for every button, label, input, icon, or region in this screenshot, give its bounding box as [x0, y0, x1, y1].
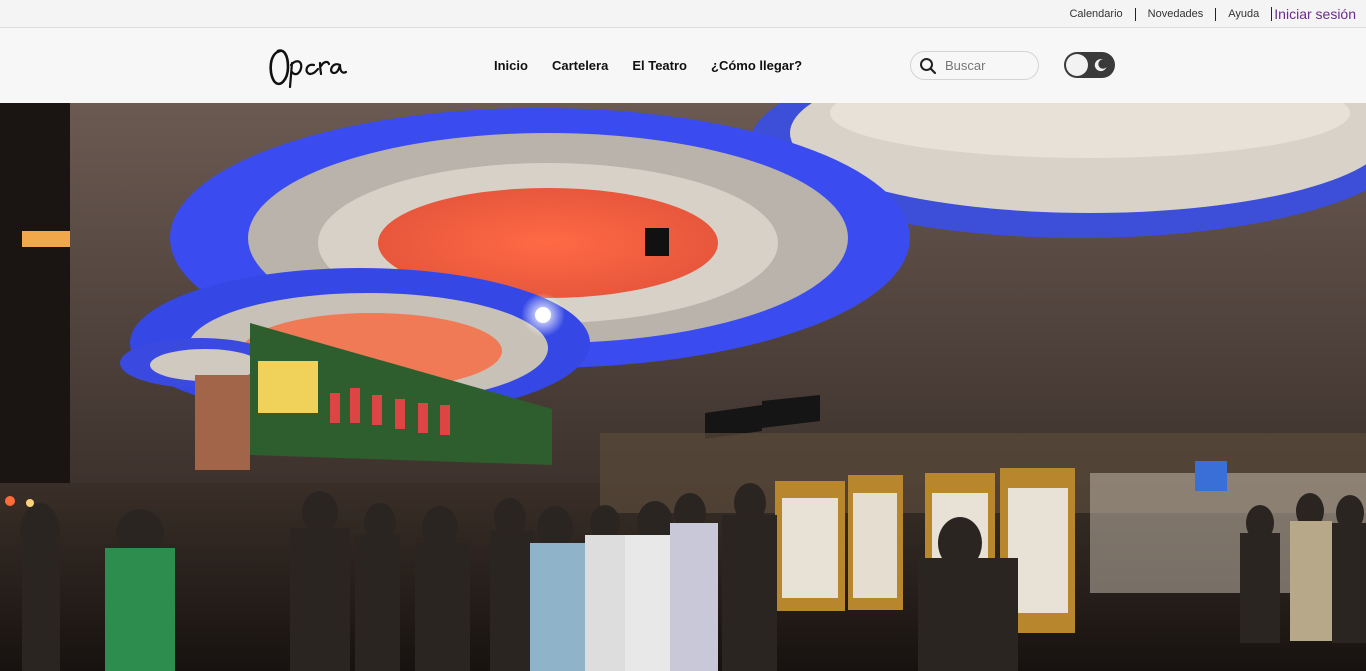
nav-el-teatro[interactable]: El Teatro — [632, 58, 687, 73]
opera-logo[interactable] — [266, 41, 350, 91]
nav-cartelera[interactable]: Cartelera — [552, 58, 608, 73]
theater-lobby-photo — [0, 103, 1366, 671]
moon-icon — [1094, 59, 1107, 72]
search-icon[interactable] — [919, 57, 937, 75]
utility-bar: Calendario Novedades Ayuda Iniciar sesió… — [0, 0, 1366, 28]
search-input[interactable] — [945, 58, 1037, 73]
toggle-knob — [1066, 54, 1088, 76]
login-link[interactable]: Iniciar sesión — [1271, 7, 1356, 21]
theme-toggle[interactable] — [1064, 52, 1115, 78]
opera-logo-mark — [269, 49, 348, 89]
nav-inicio[interactable]: Inicio — [494, 58, 528, 73]
main-header: Inicio Cartelera El Teatro ¿Cómo llegar? — [0, 28, 1366, 103]
utility-links: Calendario Novedades Ayuda Iniciar sesió… — [1057, 0, 1356, 28]
calendario-link[interactable]: Calendario — [1057, 7, 1134, 21]
novedades-link[interactable]: Novedades — [1136, 7, 1216, 21]
main-nav: Inicio Cartelera El Teatro ¿Cómo llegar? — [494, 28, 826, 103]
hero-image — [0, 103, 1366, 671]
nav-como-llegar[interactable]: ¿Cómo llegar? — [711, 58, 802, 73]
ayuda-link[interactable]: Ayuda — [1216, 7, 1271, 21]
search-box[interactable] — [910, 51, 1039, 80]
